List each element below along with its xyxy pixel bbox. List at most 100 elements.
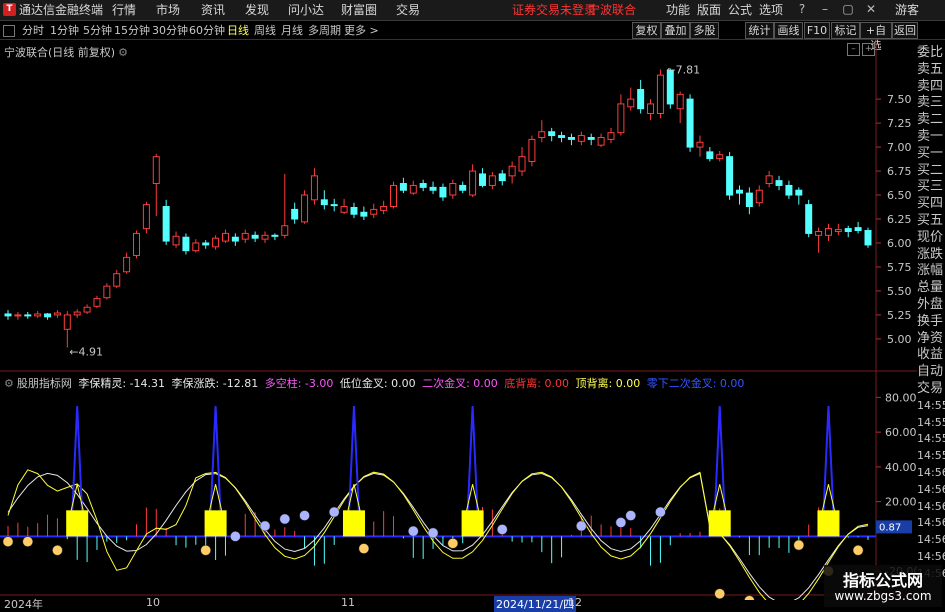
candle-body — [53, 312, 61, 316]
period-more[interactable]: 更多 > — [344, 24, 379, 37]
candle-body — [795, 189, 803, 196]
menu-market[interactable]: 市场 — [156, 3, 180, 17]
guest-button[interactable]: 游客 — [895, 3, 919, 17]
period-daily[interactable]: 日线 — [227, 24, 249, 37]
price-tick-label: 7.50 — [887, 93, 912, 106]
period-timeshare[interactable]: 分时 — [22, 24, 44, 37]
candle-body — [162, 206, 170, 242]
x-axis-label-nov: 11 — [341, 596, 355, 609]
candle-body — [350, 207, 358, 215]
money-bag-icon — [793, 539, 805, 551]
candle-body — [459, 184, 467, 191]
money-bag-icon — [52, 545, 63, 556]
period-30min[interactable]: 30分钟 — [152, 24, 188, 37]
sad-face-icon — [279, 513, 291, 525]
candle-body — [449, 183, 457, 196]
candle-body — [676, 93, 684, 110]
candle-body — [647, 103, 655, 115]
candle-body — [706, 151, 714, 160]
candle-body — [805, 204, 813, 234]
candle-body — [360, 211, 368, 217]
period-bar: 分时 1分钟 5分钟 15分钟 30分钟 60分钟 日线 周线 月线 多周期 更… — [0, 21, 945, 52]
money-bag-icon — [2, 536, 14, 547]
candle-body — [538, 131, 546, 138]
sad-face-icon — [259, 520, 271, 532]
period-60min[interactable]: 60分钟 — [189, 24, 225, 37]
indicator-legend-item: 底背离: 0.00 — [500, 377, 569, 390]
draw-line-button[interactable]: 画线 — [774, 22, 803, 39]
signal-block — [461, 510, 484, 537]
candle-body — [172, 235, 180, 246]
period-monthly[interactable]: 月线 — [281, 24, 303, 37]
period-1min[interactable]: 1分钟 — [50, 24, 79, 37]
candle-body — [627, 98, 635, 108]
adjust-button[interactable]: 复权 — [632, 22, 661, 39]
candle-body — [301, 194, 309, 223]
menu-wealth-circle[interactable]: 财富圈 — [341, 3, 377, 17]
candle-body — [271, 234, 279, 237]
candle-body — [785, 184, 793, 196]
indicator-legend-item: 顶背离: 0.00 — [572, 377, 641, 390]
money-bag-icon — [22, 536, 34, 547]
sad-face-icon — [408, 525, 419, 537]
period-15min[interactable]: 15分钟 — [114, 24, 150, 37]
help-icon[interactable]: ? — [795, 2, 809, 16]
multi-stock-button[interactable]: 多股 — [690, 22, 719, 39]
f10-button[interactable]: F10 — [804, 22, 830, 39]
maximize-icon[interactable]: ▢ — [841, 2, 855, 16]
minimize-icon[interactable]: – — [818, 2, 832, 16]
candle-body — [281, 225, 289, 236]
sad-face-icon — [655, 506, 666, 518]
watermark: 指标公式网 www.zbgs3.com — [824, 565, 942, 607]
candle-body — [34, 313, 42, 317]
x-axis-label-year: 2024年 — [4, 598, 43, 611]
menu-formula[interactable]: 公式 — [728, 3, 752, 17]
mark-button[interactable]: 标记 — [831, 22, 860, 39]
candle-body — [340, 206, 348, 213]
candle-body — [498, 173, 506, 182]
menu-discover[interactable]: 发现 — [245, 3, 269, 17]
login-status[interactable]: 证券交易未登录 — [512, 3, 596, 17]
indicator-tick-label: 40.00 — [885, 461, 917, 474]
indicator-gear-icon[interactable]: ⚙ — [4, 377, 14, 390]
kline-chart-area[interactable]: 7.50 7.25 7.00 6.75 6.50 6.25 6.00 5.75 5.50 5.25… — [0, 40, 917, 600]
candle-body — [488, 175, 496, 186]
overlay-button[interactable]: 叠加 — [661, 22, 690, 39]
candle-body — [745, 192, 753, 208]
high-price-label: ←7.81 — [666, 63, 700, 76]
menu-assistant[interactable]: 问小达 — [288, 3, 324, 17]
money-bag-icon — [852, 545, 864, 556]
back-button[interactable]: 返回 — [892, 22, 918, 39]
candle-body — [113, 273, 121, 287]
period-weekly[interactable]: 周线 — [254, 24, 276, 37]
candle-body — [182, 236, 190, 252]
candle-body — [291, 208, 299, 220]
menu-news[interactable]: 资讯 — [201, 3, 225, 17]
sad-face-icon — [497, 524, 508, 535]
period-multi[interactable]: 多周期 — [308, 24, 341, 37]
menu-trade[interactable]: 交易 — [396, 3, 420, 17]
indicator-legend-item: 多空柱: -3.00 — [261, 377, 334, 390]
money-bag-icon — [714, 588, 725, 599]
add-watchlist-button[interactable]: +自选 — [860, 22, 892, 52]
indicator-legend: ⚙ 股朋指标网 李保精灵: -14.31 李保涨跌: -12.81 多空柱: -3… — [4, 375, 750, 391]
candle-body — [587, 136, 595, 140]
menu-function[interactable]: 功能 — [666, 3, 690, 17]
candle-body — [815, 230, 823, 236]
x-axis-label-dec: 12 — [568, 596, 582, 609]
close-icon[interactable]: ✕ — [864, 2, 878, 16]
candle-body — [221, 232, 229, 242]
candle-body — [133, 232, 141, 256]
candle-body — [14, 314, 22, 317]
indicator-tick-label: 60.00 — [885, 426, 917, 439]
statistics-button[interactable]: 统计 — [745, 22, 774, 39]
menu-layout[interactable]: 版面 — [697, 3, 721, 17]
menu-options[interactable]: 选项 — [759, 3, 783, 17]
candle-body — [192, 242, 200, 252]
menu-quotes[interactable]: 行情 — [112, 3, 136, 17]
period-5min[interactable]: 5分钟 — [83, 24, 112, 37]
indicator-current-value: 0.87 — [879, 522, 901, 533]
indicator-name: 股朋指标网 — [16, 377, 72, 390]
expand-icon[interactable] — [3, 25, 15, 37]
app-logo-icon: T — [3, 3, 16, 16]
